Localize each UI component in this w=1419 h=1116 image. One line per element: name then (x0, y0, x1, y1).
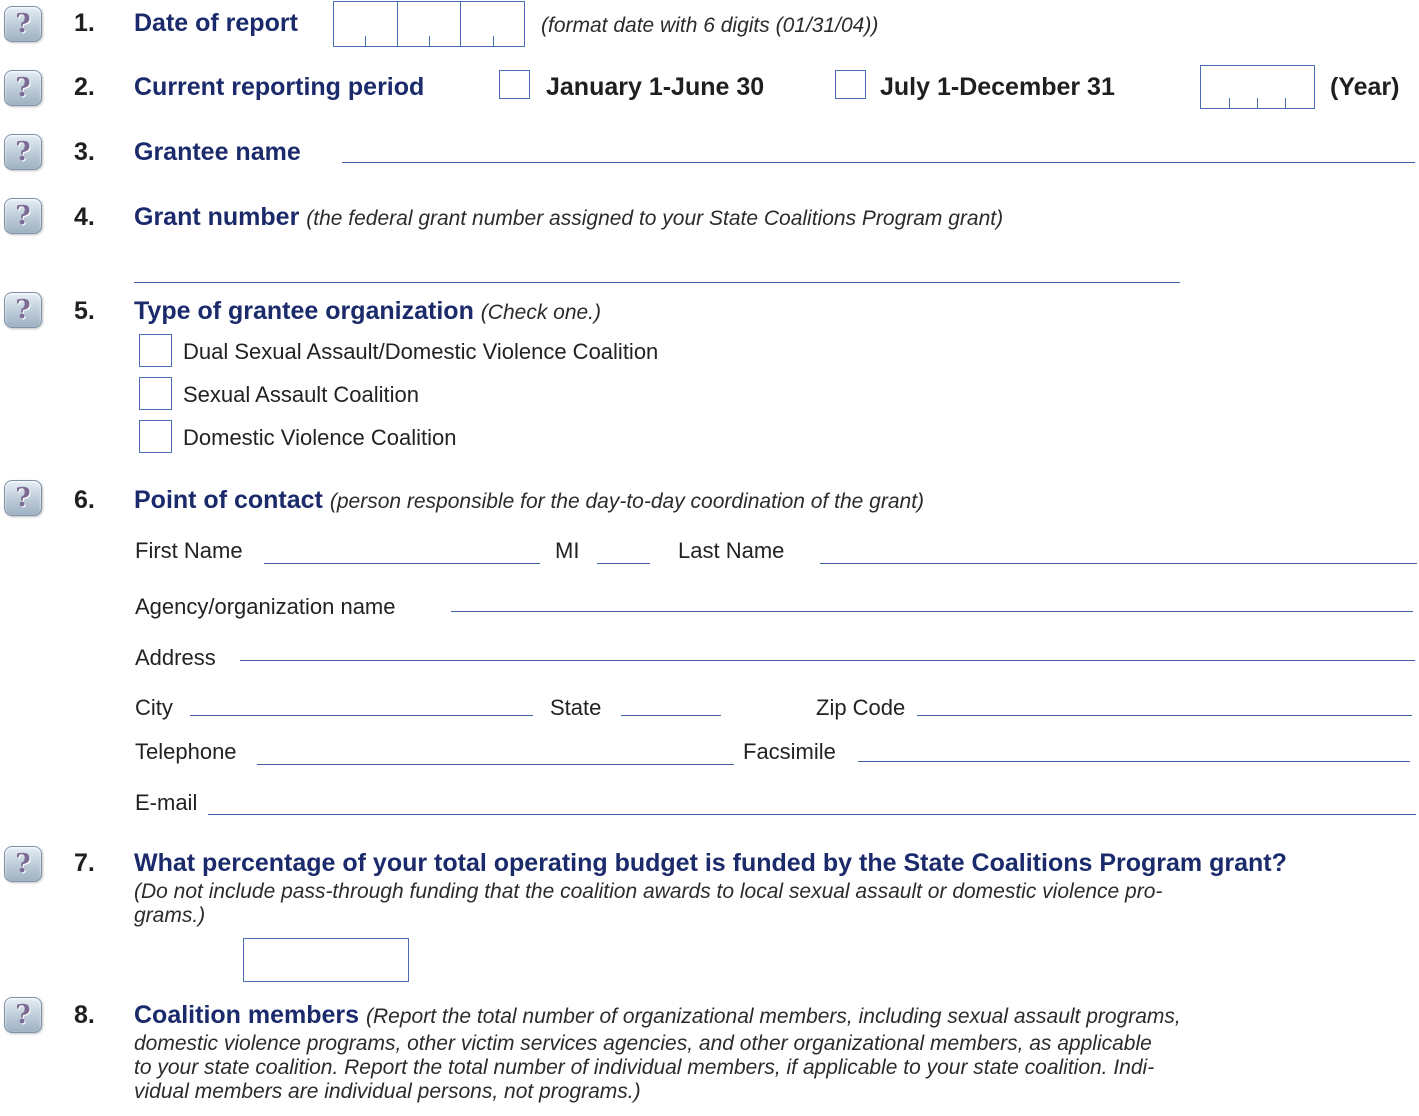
agency-label: Agency/organization name (135, 594, 396, 619)
telephone-field[interactable] (257, 764, 734, 765)
q6-hint: (person responsible for the day-to-day c… (329, 490, 925, 513)
city-field[interactable] (190, 715, 533, 716)
budget-percentage-input[interactable] (243, 938, 409, 982)
q5-title: Type of grantee organization (Check one.… (134, 297, 601, 326)
q1-title: Date of report (134, 9, 298, 37)
item-number: 6. (74, 486, 95, 514)
question-mark-icon: ? (15, 295, 31, 325)
org-domestic-violence-checkbox[interactable] (139, 420, 172, 453)
item-number: 5. (74, 297, 95, 325)
q8-title-text: Coalition members (134, 1001, 360, 1029)
help-icon-q6[interactable]: ? (4, 480, 42, 516)
fax-field[interactable] (858, 761, 1410, 762)
help-icon-q4[interactable]: ? (4, 198, 42, 234)
item-number: 8. (74, 1001, 95, 1029)
item-number: 2. (74, 73, 95, 101)
question-mark-icon: ? (15, 849, 31, 879)
org-domestic-violence-label: Domestic Violence Coalition (183, 425, 457, 450)
org-dual-checkbox[interactable] (139, 334, 172, 367)
july-dec-label: July 1-December 31 (880, 73, 1115, 101)
mi-label: MI (555, 538, 580, 563)
q4-title-text: Grant number (134, 203, 300, 231)
q4-hint: (the federal grant number assigned to yo… (306, 207, 1004, 230)
first-name-field[interactable] (264, 563, 540, 564)
jan-june-checkbox[interactable] (499, 70, 530, 99)
q8-hint-line: to your state coalition. Report the tota… (134, 1056, 1155, 1079)
july-dec-checkbox[interactable] (835, 70, 866, 99)
org-sexual-assault-label: Sexual Assault Coalition (183, 382, 420, 407)
telephone-label: Telephone (135, 739, 237, 764)
grantee-name-field[interactable] (342, 162, 1415, 163)
item-number: 7. (74, 849, 95, 877)
q3-title: Grantee name (134, 138, 301, 166)
year-label: (Year) (1330, 73, 1400, 101)
q8-hint-l1: (Report the total number of organization… (366, 1005, 1181, 1028)
q7-title: What percentage of your total operating … (134, 849, 1287, 877)
q2-title: Current reporting period (134, 73, 425, 101)
question-mark-icon: ? (15, 9, 31, 39)
address-field[interactable] (240, 660, 1415, 661)
last-name-label: Last Name (678, 538, 785, 563)
question-mark-icon: ? (15, 73, 31, 103)
state-label: State (550, 695, 602, 720)
year-input[interactable] (1200, 65, 1315, 109)
item-number: 1. (74, 9, 95, 37)
help-icon-q5[interactable]: ? (4, 292, 42, 328)
fax-label: Facsimile (743, 739, 836, 764)
q5-hint: (Check one.) (480, 301, 602, 324)
q6-title-text: Point of contact (134, 486, 323, 514)
zip-label: Zip Code (816, 695, 906, 720)
q1-hint: (format date with 6 digits (01/31/04)) (541, 14, 879, 37)
agency-field[interactable] (451, 611, 1413, 612)
q8-hint-line: vidual members are individual persons, n… (134, 1080, 641, 1103)
q4-title: Grant number (the federal grant number a… (134, 203, 1003, 232)
q6-title: Point of contact (person responsible for… (134, 486, 924, 515)
jan-june-label: January 1-June 30 (546, 73, 765, 101)
help-icon-q1[interactable]: ? (4, 6, 42, 42)
q7-hint-line: grams.) (134, 904, 206, 927)
question-mark-icon: ? (15, 201, 31, 231)
question-mark-icon: ? (15, 137, 31, 167)
q8-title: Coalition members (Report the total numb… (134, 1001, 1181, 1030)
q7-hint-line: (Do not include pass-through funding tha… (134, 880, 1163, 903)
q5-title-text: Type of grantee organization (134, 297, 474, 325)
item-number: 4. (74, 203, 95, 231)
zip-field[interactable] (917, 715, 1412, 716)
mi-field[interactable] (597, 563, 650, 564)
first-name-label: First Name (135, 538, 243, 563)
address-label: Address (135, 645, 216, 670)
help-icon-q7[interactable]: ? (4, 846, 42, 882)
org-dual-label: Dual Sexual Assault/Domestic Violence Co… (183, 339, 659, 364)
q8-hint-line: domestic violence programs, other victim… (134, 1032, 1152, 1055)
q7-hint: (Do not include pass-through funding tha… (134, 880, 1404, 928)
org-sexual-assault-checkbox[interactable] (139, 377, 172, 410)
email-label: E-mail (135, 790, 198, 815)
question-mark-icon: ? (15, 1000, 31, 1030)
state-field[interactable] (621, 715, 721, 716)
help-icon-q2[interactable]: ? (4, 70, 42, 106)
help-icon-q8[interactable]: ? (4, 997, 42, 1033)
last-name-field[interactable] (820, 563, 1417, 564)
question-mark-icon: ? (15, 483, 31, 513)
q8-hint: domestic violence programs, other victim… (134, 1032, 1404, 1104)
email-field[interactable] (208, 814, 1416, 815)
city-label: City (135, 695, 173, 720)
date-of-report-input[interactable] (333, 1, 525, 47)
item-number: 3. (74, 138, 95, 166)
grant-number-field[interactable] (134, 282, 1180, 283)
help-icon-q3[interactable]: ? (4, 134, 42, 170)
